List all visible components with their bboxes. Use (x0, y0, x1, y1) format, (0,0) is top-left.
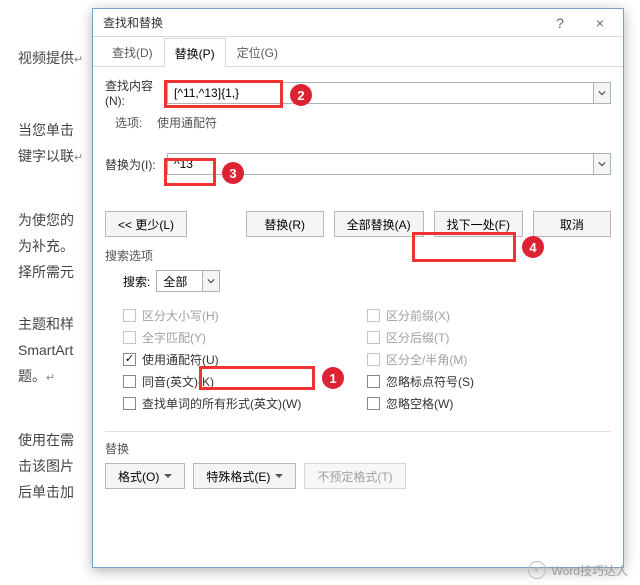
find-what-dropdown[interactable] (593, 82, 611, 104)
tab-strip: 查找(D) 替换(P) 定位(G) (93, 37, 623, 67)
tab-replace[interactable]: 替换(P) (164, 38, 226, 67)
less-button[interactable]: << 更少(L) (105, 211, 187, 237)
use-wildcards-checkbox[interactable]: 使用通配符(U) (123, 351, 367, 368)
bg-line: 键字以联 (18, 148, 74, 164)
search-direction-label: 搜索: (123, 273, 150, 290)
find-what-label: 查找内容(N): (105, 77, 167, 108)
find-what-combo (167, 82, 611, 104)
close-button[interactable]: × (580, 11, 620, 35)
cancel-button[interactable]: 取消 (533, 211, 611, 237)
wechat-icon: ✦ (528, 561, 546, 579)
no-formatting-button: 不预定格式(T) (304, 463, 405, 489)
replace-with-dropdown[interactable] (593, 153, 611, 175)
bg-line: 题。 (18, 368, 46, 384)
replace-with-combo (167, 153, 611, 175)
search-options-label: 搜索选项 (105, 247, 611, 264)
bg-line: 为补充。 (18, 238, 74, 254)
options-label: 选项: (105, 114, 157, 131)
match-suffix-checkbox: 区分后缀(T) (367, 329, 611, 346)
bg-line: 击该图片 (18, 458, 74, 474)
chevron-down-icon (207, 277, 215, 285)
tab-goto[interactable]: 定位(G) (226, 37, 289, 66)
chevron-down-icon (598, 160, 606, 168)
search-direction-dropdown[interactable] (202, 270, 220, 292)
titlebar: 查找和替换 ? × (93, 9, 623, 37)
match-prefix-checkbox: 区分前缀(X) (367, 307, 611, 324)
help-button[interactable]: ? (540, 11, 580, 35)
bg-line: 主题和样 (18, 316, 74, 332)
find-replace-dialog: 查找和替换 ? × 查找(D) 替换(P) 定位(G) 查找内容(N): 选项:… (92, 8, 624, 568)
bg-line: SmartArt (18, 342, 73, 358)
bg-line: 后单击加 (18, 484, 74, 500)
special-button[interactable]: 特殊格式(E) (193, 463, 296, 489)
format-button[interactable]: 格式(O) (105, 463, 185, 489)
find-next-button[interactable]: 找下一处(F) (434, 211, 523, 237)
bg-line: 择所需元 (18, 264, 74, 280)
ignore-space-checkbox[interactable]: 忽略空格(W) (367, 395, 611, 412)
match-case-checkbox: 区分大小写(H) (123, 307, 367, 324)
bg-line: 为使您的 (18, 212, 74, 228)
watermark: ✦ Word技巧达人 (528, 561, 628, 579)
dialog-title: 查找和替换 (103, 14, 540, 31)
options-value: 使用通配符 (157, 114, 217, 131)
sounds-like-checkbox[interactable]: 同音(英文)(K) (123, 373, 367, 390)
bg-line: 使用在需 (18, 432, 74, 448)
tab-find[interactable]: 查找(D) (101, 37, 164, 66)
whole-word-checkbox: 全字匹配(Y) (123, 329, 367, 346)
find-what-input[interactable] (167, 82, 593, 104)
bg-line: 当您单击 (18, 122, 74, 138)
replace-all-button[interactable]: 全部替换(A) (334, 211, 424, 237)
replace-button[interactable]: 替换(R) (246, 211, 324, 237)
ignore-punct-checkbox[interactable]: 忽略标点符号(S) (367, 373, 611, 390)
search-direction-value: 全部 (156, 270, 202, 292)
replace-with-label: 替换为(I): (105, 156, 167, 173)
chevron-down-icon (598, 89, 606, 97)
match-width-checkbox: 区分全/半角(M) (367, 351, 611, 368)
replace-section-label: 替换 (105, 440, 611, 457)
all-word-forms-checkbox[interactable]: 查找单词的所有形式(英文)(W) (123, 395, 367, 412)
bg-line: 视频提供 (18, 50, 74, 66)
replace-with-input[interactable] (167, 153, 593, 175)
search-direction-select[interactable]: 全部 (156, 270, 220, 292)
